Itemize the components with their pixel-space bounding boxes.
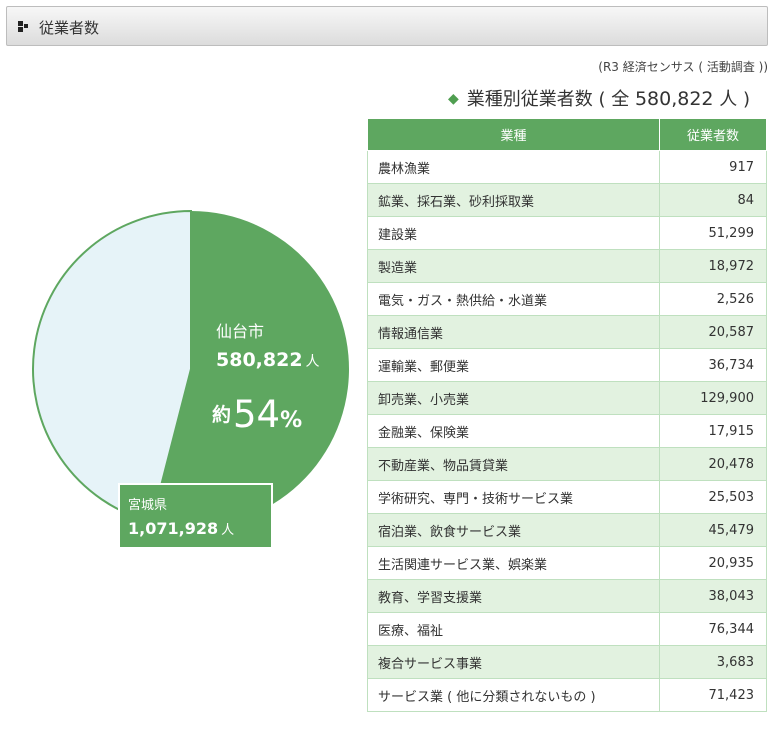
table-row: 生活関連サービス業、娯楽業 20,935 [367,546,767,580]
employee-count-cell: 45,479 [659,513,767,547]
employee-count-cell: 25,503 [659,480,767,514]
sendai-count-unit: 人 [305,354,320,370]
table-row: 複合サービス事業 3,683 [367,645,767,679]
sendai-percent: 約54% [212,393,302,436]
section-header: 従業者数 [6,6,768,46]
sendai-count: 580,822 人 [216,349,320,371]
employee-count-cell: 18,972 [659,249,767,283]
table-row: 建設業 51,299 [367,216,767,250]
employee-count-cell: 38,043 [659,579,767,613]
section-title: 従業者数 [39,19,100,37]
employee-count-cell: 20,478 [659,447,767,481]
miyagi-count: 1,071,928 人 [128,519,234,538]
employee-count-cell: 51,299 [659,216,767,250]
table-title-prefix: 業種別従業者数 ( 全 [466,89,630,110]
industry-name-cell: 情報通信業 [367,315,660,349]
table-row: 宿泊業、飲食サービス業 45,479 [367,513,767,547]
column-header-industry: 業種 [367,118,660,151]
employee-count-cell: 2,526 [659,282,767,316]
industry-name-cell: 医療、福祉 [367,612,660,646]
industry-name-cell: 教育、学習支援業 [367,579,660,613]
diamond-icon: ◆ [447,91,459,107]
table-title-total: 580,822 [634,88,714,110]
table-row: 不動産業、物品賃貸業 20,478 [367,447,767,481]
section-marker-icon [18,21,28,32]
employee-count-cell: 71,423 [659,678,767,712]
employee-count-cell: 20,935 [659,546,767,580]
employee-count-cell: 76,344 [659,612,767,646]
sendai-percent-prefix: 約 [212,404,232,426]
industry-name-cell: 複合サービス事業 [367,645,660,679]
column-header-employees: 従業者数 [659,118,767,151]
source-note: (R3 経済センサス ( 活動調査 )) [598,60,768,74]
industry-name-cell: サービス業 ( 他に分類されないもの ) [367,678,660,712]
table-row: 電気・ガス・熱供給・水道業 2,526 [367,282,767,316]
industry-name-cell: 電気・ガス・熱供給・水道業 [367,282,660,316]
miyagi-count-unit: 人 [221,523,235,538]
sendai-label: 仙台市 [216,322,265,341]
industry-name-cell: 生活関連サービス業、娯楽業 [367,546,660,580]
industry-name-cell: 建設業 [367,216,660,250]
industry-name-cell: 金融業、保険業 [367,414,660,448]
miyagi-label: 宮城県 [128,498,168,513]
table-row: 情報通信業 20,587 [367,315,767,349]
employee-count-cell: 917 [659,150,767,184]
table-title: ◆ 業種別従業者数 ( 全 580,822 人 ) [448,85,750,111]
sendai-percent-value: 54 [233,393,281,436]
industry-name-cell: 卸売業、小売業 [367,381,660,415]
table-body: 農林漁業 917 鉱業、採石業、砂利採取業 84 建設業 51,299 製造業 18,972 電… [367,150,767,712]
table-row: サービス業 ( 他に分類されないもの ) 71,423 [367,678,767,712]
employee-count-cell: 17,915 [659,414,767,448]
miyagi-label-box: 宮城県 1,071,928 人 [118,483,273,549]
industry-name-cell: 鉱業、採石業、砂利採取業 [367,183,660,217]
industry-name-cell: 農林漁業 [367,150,660,184]
table-row: 金融業、保険業 17,915 [367,414,767,448]
table-row: 学術研究、専門・技術サービス業 25,503 [367,480,767,514]
table-row: 卸売業、小売業 129,900 [367,381,767,415]
table-row: 農林漁業 917 [367,150,767,184]
table-row: 医療、福祉 76,344 [367,612,767,646]
table-row: 鉱業、採石業、砂利採取業 84 [367,183,767,217]
sendai-count-value: 580,822 [216,349,303,371]
employee-count-cell: 20,587 [659,315,767,349]
industry-name-cell: 製造業 [367,249,660,283]
industry-name-cell: 宿泊業、飲食サービス業 [367,513,660,547]
sendai-percent-sign: % [280,408,303,433]
table-title-suffix: 人 ) [719,89,750,110]
industry-name-cell: 学術研究、専門・技術サービス業 [367,480,660,514]
employee-count-cell: 3,683 [659,645,767,679]
industry-employee-table: 業種 従業者数 農林漁業 917 鉱業、採石業、砂利採取業 84 建設業 51,299 製造… [367,118,767,712]
employee-count-cell: 36,734 [659,348,767,382]
industry-name-cell: 運輸業、郵便業 [367,348,660,382]
table-row: 教育、学習支援業 38,043 [367,579,767,613]
employee-count-cell: 84 [659,183,767,217]
industry-name-cell: 不動産業、物品賃貸業 [367,447,660,481]
employee-count-cell: 129,900 [659,381,767,415]
miyagi-count-value: 1,071,928 [128,519,219,538]
table-row: 製造業 18,972 [367,249,767,283]
table-row: 運輸業、郵便業 36,734 [367,348,767,382]
table-header-row: 業種 従業者数 [367,118,767,151]
